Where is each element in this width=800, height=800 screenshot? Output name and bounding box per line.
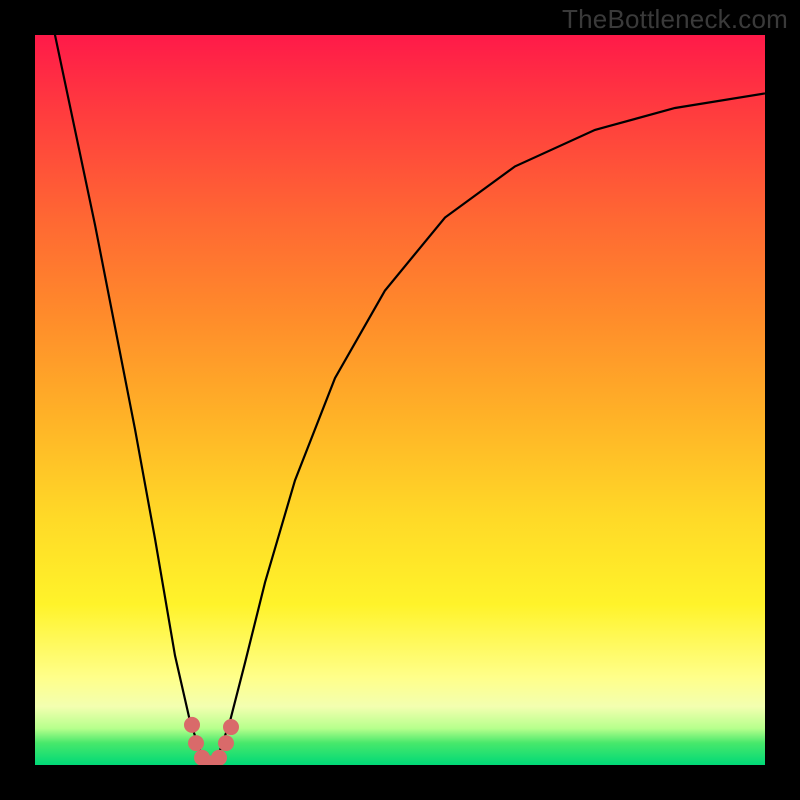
optimal-point-dot: [223, 719, 239, 735]
outer-frame: TheBottleneck.com: [0, 0, 800, 800]
bottleneck-curve: [35, 35, 765, 765]
optimal-point-cluster: [184, 717, 239, 765]
gradient-plot-area: [35, 35, 765, 765]
optimal-point-dot: [218, 735, 234, 751]
watermark-text: TheBottleneck.com: [562, 4, 788, 35]
optimal-point-dot: [211, 750, 227, 765]
optimal-point-dot: [184, 717, 200, 733]
optimal-point-dot: [188, 735, 204, 751]
bottleneck-curve-svg: [35, 35, 765, 765]
